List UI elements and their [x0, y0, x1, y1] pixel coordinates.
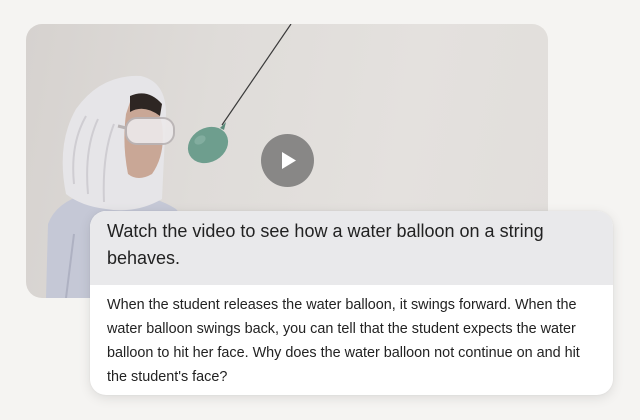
question-card: Watch the video to see how a water ballo… [90, 211, 613, 395]
play-button[interactable] [261, 134, 314, 187]
prompt-text: Watch the video to see how a water ballo… [107, 221, 544, 268]
water-balloon [187, 122, 229, 164]
balloon-string [221, 24, 292, 126]
question-text: When the student releases the water ball… [107, 297, 580, 385]
play-icon [282, 152, 296, 169]
prompt-box: Watch the video to see how a water ballo… [90, 211, 613, 285]
